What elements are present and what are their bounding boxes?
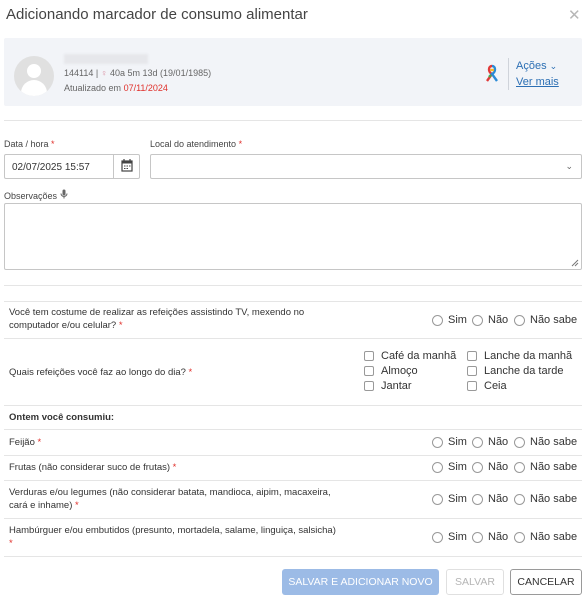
feijao-yes-radio[interactable]: Sim <box>432 436 467 448</box>
dialog-title: Adicionando marcador de consumo alimenta… <box>6 6 308 23</box>
question-tv: Você tem costume de realizar as refeiçõe… <box>9 307 305 331</box>
question-hamburguer: Hambúrguer e/ou embutidos (presunto, mor… <box>9 525 336 549</box>
meal-option[interactable]: Lanche da tarde <box>467 365 564 377</box>
question-feijao: Feijão * <box>9 437 42 448</box>
location-select[interactable]: ⌄ <box>150 154 582 179</box>
meal-option[interactable]: Ceia <box>467 380 507 392</box>
patient-age: 40a 5m 13d (19/01/1985) <box>110 68 212 78</box>
microphone-icon[interactable] <box>60 189 68 199</box>
question-frutas: Frutas (não considerar suco de frutas) * <box>9 462 177 473</box>
hamburguer-no-radio[interactable]: Não <box>472 531 508 543</box>
verduras-yes-radio[interactable]: Sim <box>432 493 467 505</box>
actions-dropdown[interactable]: Ações ⌄ <box>516 60 557 72</box>
avatar <box>14 56 54 96</box>
datetime-label: Data / hora * <box>4 139 55 149</box>
save-button[interactable]: SALVAR <box>446 569 504 595</box>
location-label: Local do atendimento * <box>150 139 243 149</box>
feijao-no-radio[interactable]: Não <box>472 436 508 448</box>
frutas-yes-radio[interactable]: Sim <box>432 461 467 473</box>
updated-date: 07/11/2024 <box>123 83 168 93</box>
datetime-field[interactable]: 02/07/2025 15:57 <box>4 154 140 179</box>
patient-updated: Atualizado em 07/11/2024 <box>64 83 168 93</box>
cancel-button[interactable]: CANCELAR <box>510 569 582 595</box>
see-more-link[interactable]: Ver mais <box>516 76 559 88</box>
verduras-unknown-radio[interactable]: Não sabe <box>514 493 577 505</box>
venus-icon: ♀ <box>100 68 108 78</box>
notes-textarea[interactable] <box>4 203 582 270</box>
patient-name-redacted <box>64 54 148 64</box>
yesterday-header: Ontem você consumiu: <box>9 412 115 423</box>
hamburguer-unknown-radio[interactable]: Não sabe <box>514 531 577 543</box>
chevron-down-icon: ⌄ <box>565 161 573 171</box>
meal-option[interactable]: Lanche da manhã <box>467 350 572 362</box>
frutas-unknown-radio[interactable]: Não sabe <box>514 461 577 473</box>
resize-handle-icon[interactable] <box>571 259 579 267</box>
frutas-no-radio[interactable]: Não <box>472 461 508 473</box>
hamburguer-yes-radio[interactable]: Sim <box>432 531 467 543</box>
feijao-unknown-radio[interactable]: Não sabe <box>514 436 577 448</box>
chevron-down-icon: ⌄ <box>549 61 558 71</box>
meal-option[interactable]: Café da manhã <box>364 350 456 362</box>
meal-option[interactable]: Jantar <box>364 380 412 392</box>
tv-yes-radio[interactable]: Sim <box>432 314 467 326</box>
verduras-no-radio[interactable]: Não <box>472 493 508 505</box>
calendar-icon[interactable] <box>113 155 139 178</box>
question-meals: Quais refeições você faz ao longo do dia… <box>9 367 193 378</box>
close-icon[interactable]: ✕ <box>568 6 581 24</box>
save-and-add-new-button[interactable]: SALVAR E ADICIONAR NOVO <box>282 569 439 595</box>
patient-card: 144114 | ♀ 40a 5m 13d (19/01/1985) Atual… <box>4 38 582 106</box>
tv-unknown-radio[interactable]: Não sabe <box>514 314 577 326</box>
question-verduras: Verduras e/ou legumes (não considerar ba… <box>9 487 331 511</box>
awareness-ribbon-icon <box>486 64 498 82</box>
patient-info: 144114 | ♀ 40a 5m 13d (19/01/1985) <box>64 68 212 78</box>
tv-no-radio[interactable]: Não <box>472 314 508 326</box>
notes-label: Observações <box>4 189 68 201</box>
patient-id: 144114 <box>64 68 94 78</box>
meal-option[interactable]: Almoço <box>364 365 418 377</box>
